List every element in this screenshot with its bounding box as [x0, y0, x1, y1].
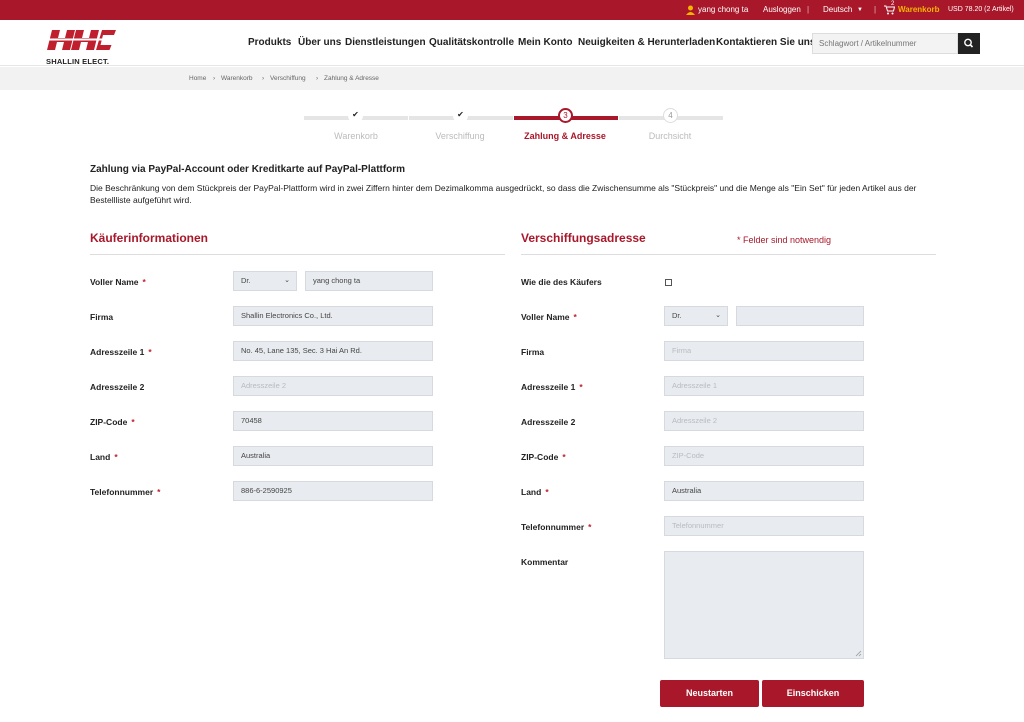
step-4-number: 4 — [663, 108, 678, 123]
divider: | — [874, 5, 877, 14]
buyer-country-label: Land * — [90, 452, 118, 462]
buyer-zip-input[interactable]: 70458 — [233, 411, 433, 431]
buyer-addr2-label: Adresszeile 2 — [90, 382, 145, 392]
shipping-addr1-label: Adresszeile 1 * — [521, 382, 583, 392]
buyer-full-name-label: Voller Name * — [90, 277, 146, 287]
resize-handle-icon[interactable] — [854, 649, 862, 657]
step-4-label: Durchsicht — [648, 131, 692, 141]
logo-mark-icon — [46, 30, 116, 50]
paypal-description: Die Beschränkung von dem Stückpreis der … — [90, 183, 917, 205]
buyer-phone-input[interactable]: 886-6-2590925 — [233, 481, 433, 501]
breadcrumb-separator: › — [213, 75, 216, 82]
buyer-addr2-input[interactable]: Adresszeile 2 — [233, 376, 433, 396]
comment-textarea[interactable] — [664, 551, 864, 659]
nav-services[interactable]: Dienstleistungen — [345, 37, 426, 48]
breadcrumb-shipping[interactable]: Verschiffung — [270, 75, 306, 82]
nav-my-account[interactable]: Mein Konto — [518, 37, 572, 48]
buyer-company-input[interactable]: Shallin Electronics Co., Ltd. — [233, 306, 433, 326]
shipping-country-label: Land * — [521, 487, 549, 497]
shipping-addr1-input[interactable]: Adresszeile 1 — [664, 376, 864, 396]
chevron-down-icon: ⌄ — [284, 277, 290, 284]
shipping-country-input[interactable]: Australia — [664, 481, 864, 501]
shipping-name-input[interactable] — [736, 306, 864, 326]
submit-button[interactable]: Einschicken — [762, 680, 864, 707]
shipping-zip-input[interactable]: ZIP-Code — [664, 446, 864, 466]
breadcrumb-separator: › — [262, 75, 265, 82]
divider: | — [807, 5, 810, 14]
step-3-number: 3 — [558, 108, 573, 123]
buyer-section-title: Käuferinformationen — [90, 231, 209, 245]
comment-label: Kommentar — [521, 557, 569, 567]
main-header: SHALLIN ELECT. Produkts Über uns Dienstl… — [0, 20, 1024, 66]
breadcrumb-home[interactable]: Home — [189, 75, 206, 82]
chevron-down-icon: ▼ — [857, 7, 863, 13]
language-select[interactable]: Deutsch — [823, 0, 852, 20]
buyer-company-label: Firma — [90, 312, 114, 322]
nav-about[interactable]: Über uns — [298, 37, 341, 48]
shipping-company-input[interactable]: Firma — [664, 341, 864, 361]
logo-text: SHALLIN ELECT. — [46, 57, 110, 66]
step-1-label: Warenkorb — [334, 131, 378, 141]
buyer-addr1-input[interactable]: No. 45, Lane 135, Sec. 3 Hai An Rd. — [233, 341, 433, 361]
cart-total: USD 78.20 (2 Artikel) — [948, 6, 1014, 13]
nav-news-downloads[interactable]: Neuigkeiten & Herunterladen — [578, 37, 715, 48]
top-bar: yang chong ta Ausloggen | Deutsch ▼ | 2 … — [0, 0, 1024, 20]
shipping-title-select[interactable]: Dr. ⌄ — [664, 306, 728, 326]
buyer-title-select[interactable]: Dr. ⌄ — [233, 271, 297, 291]
cart-link[interactable]: Warenkorb — [898, 0, 940, 20]
buyer-zip-label: ZIP-Code * — [90, 417, 135, 427]
step-3-label: Zahlung & Adresse — [524, 131, 606, 141]
breadcrumb-current: Zahlung & Adresse — [324, 75, 379, 82]
breadcrumb-separator: › — [316, 75, 319, 82]
shipping-addr2-label: Adresszeile 2 — [521, 417, 576, 427]
buyer-addr1-label: Adresszeile 1 * — [90, 347, 152, 357]
paypal-title: Zahlung via PayPal-Account oder Kreditka… — [90, 164, 406, 175]
shipping-full-name-label: Voller Name * — [521, 312, 577, 322]
divider — [90, 254, 505, 255]
step-2-label: Verschiffung — [435, 131, 485, 141]
shipping-company-label: Firma — [521, 347, 545, 357]
step-1-check-icon: ✔ — [348, 108, 363, 123]
search-button[interactable] — [958, 33, 980, 54]
shipping-zip-label: ZIP-Code * — [521, 452, 566, 462]
shipping-addr2-input[interactable]: Adresszeile 2 — [664, 411, 864, 431]
buyer-name-input[interactable]: yang chong ta — [305, 271, 433, 291]
shipping-phone-input[interactable]: Telefonnummer — [664, 516, 864, 536]
cart-count-badge: 2 — [891, 1, 895, 7]
breadcrumb-cart[interactable]: Warenkorb — [221, 75, 253, 82]
reset-button[interactable]: Neustarten — [660, 680, 759, 707]
divider — [521, 254, 936, 255]
buyer-phone-label: Telefonnummer * — [90, 487, 161, 497]
required-fields-note: * Felder sind notwendig — [737, 235, 832, 245]
same-as-buyer-checkbox[interactable] — [665, 279, 672, 286]
user-name[interactable]: yang chong ta — [698, 0, 748, 20]
chevron-down-icon: ⌄ — [715, 312, 721, 319]
buyer-country-input[interactable]: Australia — [233, 446, 433, 466]
nav-contact[interactable]: Kontaktieren Sie uns — [716, 37, 815, 48]
shipping-phone-label: Telefonnummer * — [521, 522, 592, 532]
search-input[interactable] — [812, 33, 958, 54]
nav-products[interactable]: Produkts — [248, 37, 291, 48]
logout-link[interactable]: Ausloggen — [763, 0, 801, 20]
step-2-check-icon: ✔ — [453, 108, 468, 123]
logo[interactable]: SHALLIN ELECT. — [46, 28, 118, 66]
same-as-buyer-label: Wie die des Käufers — [521, 277, 602, 287]
breadcrumb: Home › Warenkorb › Verschiffung › Zahlun… — [0, 67, 1024, 90]
user-icon — [686, 0, 695, 20]
search-icon — [964, 38, 974, 48]
nav-quality[interactable]: Qualitätskontrolle — [429, 37, 514, 48]
shipping-section-title: Verschiffungsadresse — [521, 231, 646, 245]
